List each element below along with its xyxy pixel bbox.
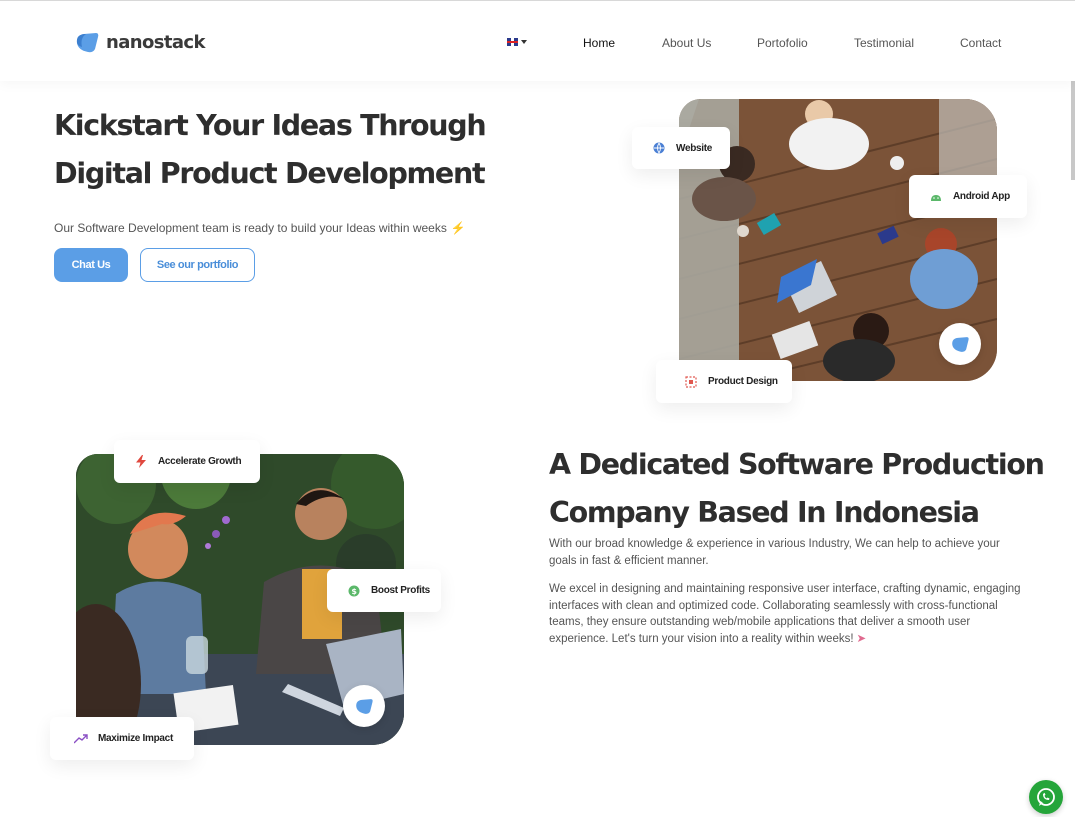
hero-title: Kickstart Your Ideas Through Digital Pro… [54, 102, 514, 198]
navbar: nanostack Home About Us Portofolio Testi… [0, 0, 1075, 81]
rocket-icon: ➤ [856, 632, 867, 645]
about-title-line1: A Dedicated Software Production [549, 448, 1045, 481]
language-selector[interactable] [507, 38, 527, 46]
boost-profits-badge: $ Boost Profits [327, 569, 441, 612]
brand-logo[interactable]: nanostack [74, 29, 205, 55]
product-design-badge: Product Design [656, 360, 792, 403]
nav-portofolio[interactable]: Portofolio [757, 36, 808, 50]
maximize-impact-badge-label: Maximize Impact [98, 733, 173, 744]
accelerate-growth-badge-label: Accelerate Growth [158, 456, 242, 467]
website-badge: Website [632, 127, 730, 169]
trend-icon [74, 732, 88, 746]
boost-profits-badge-label: Boost Profits [371, 585, 430, 596]
see-portfolio-button[interactable]: See our portfolio [140, 248, 255, 282]
brand-name: nanostack [106, 31, 205, 53]
hero-photo-logo-badge [939, 323, 981, 365]
about-paragraph-2: We excel in designing and maintaining re… [549, 581, 1029, 647]
android-icon [929, 190, 943, 204]
nanostack-logo-icon [76, 33, 99, 53]
about-paragraph-2-text: We excel in designing and maintaining re… [549, 583, 1021, 645]
design-icon [684, 375, 698, 389]
team-photo-logo-badge [343, 685, 385, 727]
dollar-icon: $ [347, 584, 361, 598]
nanostack-logo-icon [356, 699, 373, 714]
accelerate-growth-badge: Accelerate Growth [114, 440, 260, 483]
maximize-impact-badge: Maximize Impact [50, 717, 194, 760]
about-paragraph-1: With our broad knowledge & experience in… [549, 538, 1000, 567]
nav-about-us[interactable]: About Us [662, 36, 711, 50]
nav-testimonial[interactable]: Testimonial [854, 36, 914, 50]
about-title-line2: Company Based In Indonesia [549, 496, 980, 529]
about-title: A Dedicated Software Production Company … [549, 441, 1049, 537]
globe-icon [652, 141, 666, 155]
bolt-icon [134, 455, 148, 469]
website-badge-label: Website [676, 142, 713, 154]
svg-text:$: $ [351, 587, 357, 596]
whatsapp-button[interactable] [1029, 780, 1063, 814]
product-design-badge-label: Product Design [708, 376, 778, 387]
chevron-down-icon [521, 40, 527, 44]
android-app-badge-label: Android App [953, 191, 1010, 202]
nav-contact[interactable]: Contact [960, 36, 1001, 50]
whatsapp-icon [1037, 788, 1055, 806]
hero-title-line2: Digital Product Development [54, 157, 486, 190]
chat-us-button[interactable]: Chat Us [54, 248, 128, 282]
hero-subtitle-text: Our Software Development team is ready t… [54, 221, 447, 235]
bolt-icon: ⚡ [450, 221, 466, 235]
nanostack-logo-icon [952, 337, 969, 352]
hero-title-line1: Kickstart Your Ideas Through [54, 109, 487, 142]
nav-home[interactable]: Home [583, 36, 615, 50]
android-app-badge: Android App [909, 175, 1027, 218]
hero-subtitle: Our Software Development team is ready t… [54, 221, 466, 235]
uk-flag-icon [507, 38, 518, 46]
